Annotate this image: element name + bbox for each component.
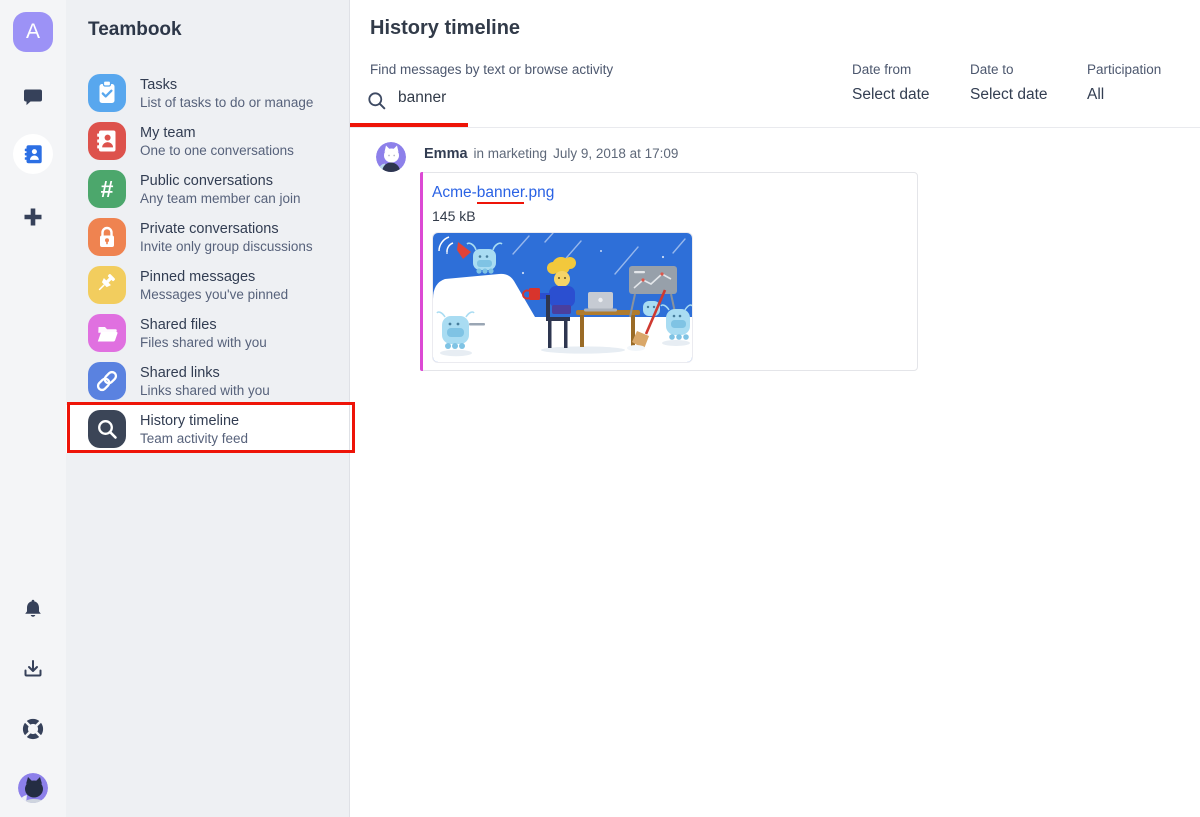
sidebar-item-label: Shared files bbox=[140, 316, 217, 333]
magnifier-icon bbox=[88, 410, 126, 448]
sidebar-item-sublabel: Team activity feed bbox=[140, 430, 249, 446]
plus-icon bbox=[24, 208, 42, 226]
help-button[interactable] bbox=[21, 717, 45, 741]
file-name-part: .png bbox=[524, 184, 555, 201]
address-book-icon bbox=[88, 122, 126, 160]
app-window: A Teambook Tasks List of tasks to do or … bbox=[0, 0, 1200, 817]
card-accent-bar bbox=[420, 172, 423, 371]
message-channel: in marketing bbox=[473, 146, 548, 161]
sidebar-item-label: Public conversations bbox=[140, 172, 273, 189]
sidebar-item-sublabel: Any team member can join bbox=[140, 190, 301, 206]
search-icon bbox=[368, 92, 386, 110]
app-rail: A bbox=[0, 0, 66, 817]
sidebar-item-shared-files[interactable]: Shared files Files shared with you bbox=[66, 309, 349, 357]
filter-date-to: Date to Select date bbox=[970, 62, 1048, 104]
file-attachment-card: Acme-banner.png 145 kB bbox=[420, 172, 918, 371]
message-timestamp: July 9, 2018 at 17:09 bbox=[553, 146, 679, 161]
file-name-part: Acme- bbox=[432, 184, 477, 201]
sidebar-item-label: Pinned messages bbox=[140, 268, 256, 285]
chat-bubble-icon bbox=[24, 89, 42, 106]
message-author: Emma bbox=[424, 146, 468, 162]
sidebar-item-label: Shared links bbox=[140, 364, 220, 381]
filter-label: Date to bbox=[970, 62, 1014, 77]
notifications-button[interactable] bbox=[21, 598, 45, 622]
annotation-underline-search bbox=[350, 123, 468, 127]
sidebar-item-sublabel: List of tasks to do or manage bbox=[140, 94, 314, 110]
participation-select[interactable]: All bbox=[1087, 86, 1161, 104]
sidebar-item-label: History timeline bbox=[140, 412, 240, 429]
sidebar-title: Teambook bbox=[88, 19, 182, 40]
chat-button[interactable] bbox=[21, 85, 45, 109]
user-avatar[interactable] bbox=[18, 773, 48, 803]
sidebar-item-shared-links[interactable]: Shared links Links shared with you bbox=[66, 357, 349, 405]
user-avatar-image bbox=[18, 773, 48, 803]
sidebar-item-tasks[interactable]: Tasks List of tasks to do or manage bbox=[66, 69, 349, 117]
filter-label: Participation bbox=[1087, 62, 1162, 77]
lock-icon bbox=[88, 218, 126, 256]
sidebar-item-private-conversations[interactable]: Private conversations Invite only group … bbox=[66, 213, 349, 261]
svg-text:#: # bbox=[101, 176, 114, 202]
search-results: Emma in marketing July 9, 2018 at 17:09 Ac… bbox=[350, 128, 1200, 816]
message-header: Emma in marketing July 9, 2018 at 17:09 bbox=[424, 146, 678, 162]
bell-icon bbox=[25, 599, 41, 617]
hash-icon: # bbox=[88, 170, 126, 208]
sidebar-item-sublabel: Invite only group discussions bbox=[140, 238, 313, 254]
page-title: History timeline bbox=[370, 17, 521, 39]
chain-link-icon bbox=[88, 362, 126, 400]
sidebar: Teambook Tasks List of tasks to do or ma… bbox=[66, 0, 355, 817]
sidebar-item-label: Tasks bbox=[140, 76, 178, 93]
lifebuoy-icon bbox=[22, 718, 44, 740]
main-panel: History timeline Find messages by text o… bbox=[350, 0, 1200, 817]
date-from-select[interactable]: Select date bbox=[852, 86, 930, 104]
filter-date-from: Date from Select date bbox=[852, 62, 930, 104]
search-input[interactable] bbox=[396, 88, 676, 108]
clipboard-check-icon bbox=[88, 74, 126, 112]
annotation-underline-banner: banner bbox=[476, 184, 525, 204]
sidebar-item-sublabel: One to one conversations bbox=[140, 142, 294, 158]
contacts-book-icon bbox=[24, 145, 42, 164]
filter-label: Date from bbox=[852, 62, 912, 77]
pushpin-icon bbox=[88, 266, 126, 304]
sidebar-item-sublabel: Messages you've pinned bbox=[140, 286, 289, 302]
sidebar-item-pinned-messages[interactable]: Pinned messages Messages you've pinned bbox=[66, 261, 349, 309]
author-avatar[interactable] bbox=[376, 142, 406, 172]
date-to-select[interactable]: Select date bbox=[970, 86, 1048, 104]
main-header: History timeline Find messages by text o… bbox=[350, 0, 1200, 128]
banner-illustration bbox=[433, 233, 692, 362]
downloads-button[interactable] bbox=[21, 657, 45, 681]
sidebar-item-label: My team bbox=[140, 124, 196, 141]
sidebar-item-sublabel: Files shared with you bbox=[140, 334, 267, 350]
sidebar-item-public-conversations[interactable]: # Public conversations Any team member c… bbox=[66, 165, 349, 213]
folder-open-icon bbox=[88, 314, 126, 352]
sidebar-item-label: Private conversations bbox=[140, 220, 279, 237]
file-name-link[interactable]: Acme-banner.png bbox=[432, 184, 555, 204]
add-button[interactable] bbox=[21, 205, 45, 229]
author-avatar-image bbox=[376, 142, 406, 172]
sidebar-item-history-timeline[interactable]: History timeline Team activity feed bbox=[66, 405, 349, 453]
contacts-button[interactable] bbox=[13, 134, 53, 174]
sidebar-item-sublabel: Links shared with you bbox=[140, 382, 270, 398]
filter-participation: Participation All bbox=[1087, 62, 1161, 104]
search-label: Find messages by text or browse activity bbox=[370, 62, 614, 77]
file-thumbnail[interactable] bbox=[432, 232, 693, 363]
download-icon bbox=[24, 660, 42, 677]
app-logo-letter: A bbox=[25, 20, 40, 43]
app-logo[interactable]: A bbox=[13, 12, 53, 52]
file-size: 145 kB bbox=[432, 208, 476, 224]
sidebar-item-my-team[interactable]: My team One to one conversations bbox=[66, 117, 349, 165]
sidebar-list: Tasks List of tasks to do or manage My t… bbox=[66, 69, 349, 453]
